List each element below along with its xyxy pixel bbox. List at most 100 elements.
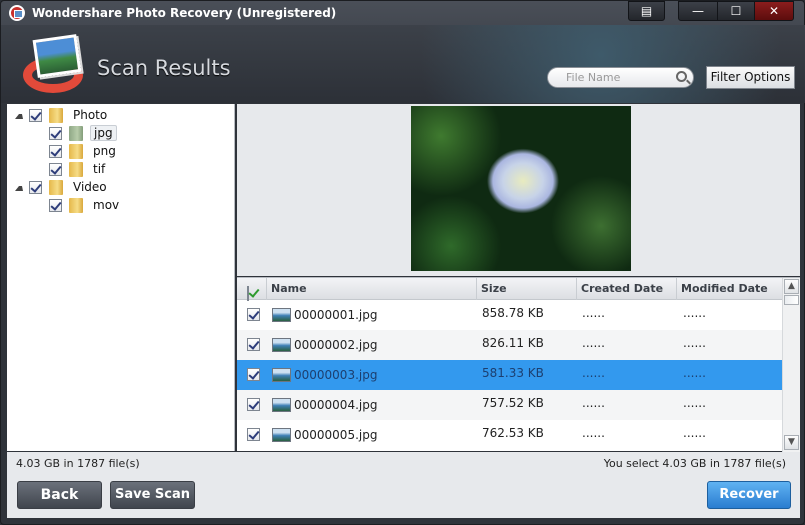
file-list: Name Size Created Date Modified Date 000… (237, 277, 800, 452)
tree-checkbox[interactable] (49, 144, 62, 158)
tree-label: tif (93, 162, 106, 176)
photo-recovery-logo-icon (21, 34, 85, 95)
tree-node-video[interactable]: Video (15, 178, 110, 196)
column-header-created[interactable]: Created Date (577, 278, 677, 300)
file-name: 00000004.jpg (294, 398, 378, 412)
search-input[interactable] (566, 70, 676, 85)
file-list-header: Name Size Created Date Modified Date (237, 278, 782, 301)
row-checkbox[interactable] (247, 308, 260, 321)
image-file-icon (272, 368, 291, 382)
tree-label: Photo (73, 108, 108, 122)
search-icon[interactable] (676, 71, 687, 82)
tree-checkbox[interactable] (29, 180, 42, 194)
back-button[interactable]: Back (17, 481, 102, 509)
created-date: ...... (582, 336, 605, 350)
vertical-scrollbar[interactable]: ▲ ▼ (782, 278, 800, 452)
modified-date: ...... (683, 306, 706, 320)
image-file-icon (272, 428, 291, 442)
chevron-up-icon: ▲ (788, 281, 795, 291)
created-date: ...... (582, 306, 605, 320)
tree-checkbox[interactable] (49, 198, 62, 212)
app-window: Wondershare Photo Recovery (Unregistered… (0, 0, 805, 525)
select-all-checkbox[interactable] (247, 286, 249, 301)
close-icon: ✕ (768, 4, 780, 18)
created-date: ...... (582, 426, 605, 440)
tree-checkbox[interactable] (49, 126, 62, 140)
folder-icon (69, 197, 83, 213)
tree-checkbox[interactable] (29, 108, 42, 122)
modified-date: ...... (683, 426, 706, 440)
file-row-selected[interactable]: 00000003.jpg 581.33 KB ...... ...... (237, 360, 782, 390)
close-button[interactable]: ✕ (754, 1, 794, 21)
app-logo-icon (9, 5, 25, 21)
file-size: 757.52 KB (482, 396, 544, 410)
save-scan-button[interactable]: Save Scan (110, 481, 195, 509)
file-name: 00000005.jpg (294, 428, 378, 442)
tree-node-jpg[interactable]: jpg (49, 124, 117, 142)
tree-label: Video (73, 180, 107, 194)
column-header-size[interactable]: Size (477, 278, 577, 300)
image-file-icon (272, 398, 291, 412)
tree-label: mov (93, 198, 120, 212)
tree-label: jpg (90, 125, 117, 141)
modified-date: ...... (683, 396, 706, 410)
page-title: Scan Results (97, 56, 231, 80)
menu-icon: ▤ (640, 4, 653, 18)
tree-label: png (93, 144, 116, 158)
column-header-modified[interactable]: Modified Date (677, 278, 782, 300)
title-bar: Wondershare Photo Recovery (Unregistered… (1, 1, 805, 25)
maximize-icon: ☐ (730, 4, 742, 18)
tree-node-photo[interactable]: Photo (15, 106, 110, 124)
file-name: 00000002.jpg (294, 338, 378, 352)
scrollbar-thumb[interactable] (784, 295, 799, 305)
row-checkbox[interactable] (247, 368, 260, 381)
file-size: 762.53 KB (482, 426, 544, 440)
folder-icon (69, 143, 83, 159)
folder-icon (49, 107, 63, 123)
collapse-arrow-icon[interactable] (15, 111, 23, 119)
image-file-icon (272, 338, 291, 352)
menu-button[interactable]: ▤ (628, 1, 665, 21)
minimize-button[interactable]: — (678, 1, 718, 21)
selected-status: You select 4.03 GB in 1787 file(s) (603, 457, 786, 470)
select-all-header[interactable] (237, 278, 267, 301)
tree-checkbox[interactable] (49, 162, 62, 176)
modified-date: ...... (683, 336, 706, 350)
file-row[interactable]: 00000001.jpg 858.78 KB ...... ...... (237, 300, 782, 330)
recover-button[interactable]: Recover (707, 481, 791, 509)
folder-icon (69, 161, 83, 177)
row-checkbox[interactable] (247, 398, 260, 411)
image-preview-pane (237, 104, 800, 276)
tree-node-mov[interactable]: mov (49, 196, 122, 214)
scroll-down-button[interactable]: ▼ (784, 435, 799, 450)
folder-tree: Photo jpg png tif Video mov (7, 104, 235, 451)
folder-icon (49, 179, 63, 195)
created-date: ...... (582, 366, 605, 380)
created-date: ...... (582, 396, 605, 410)
folder-icon (69, 125, 83, 141)
minimize-icon: — (692, 4, 704, 18)
tree-node-tif[interactable]: tif (49, 160, 108, 178)
file-row[interactable]: 00000004.jpg 757.52 KB ...... ...... (237, 390, 782, 420)
tree-node-png[interactable]: png (49, 142, 119, 160)
maximize-button[interactable]: ☐ (717, 1, 755, 21)
row-checkbox[interactable] (247, 428, 260, 441)
image-file-icon (272, 308, 291, 322)
file-row[interactable]: 00000005.jpg 762.53 KB ...... ...... (237, 420, 782, 450)
file-name: 00000001.jpg (294, 308, 378, 322)
total-status: 4.03 GB in 1787 file(s) (16, 457, 140, 470)
chevron-down-icon: ▼ (788, 437, 795, 447)
file-size: 858.78 KB (482, 306, 544, 320)
window-title: Wondershare Photo Recovery (Unregistered… (32, 6, 337, 20)
preview-image (411, 106, 631, 271)
column-header-name[interactable]: Name (267, 278, 477, 300)
scroll-up-button[interactable]: ▲ (784, 279, 799, 294)
footer-bar: 4.03 GB in 1787 file(s) You select 4.03 … (7, 452, 800, 518)
row-checkbox[interactable] (247, 338, 260, 351)
filter-options-button[interactable]: Filter Options (706, 66, 795, 89)
search-box[interactable] (547, 67, 694, 88)
file-size: 826.11 KB (482, 336, 544, 350)
collapse-arrow-icon[interactable] (15, 183, 23, 191)
file-row[interactable]: 00000002.jpg 826.11 KB ...... ...... (237, 330, 782, 360)
header: Scan Results (1, 25, 805, 103)
